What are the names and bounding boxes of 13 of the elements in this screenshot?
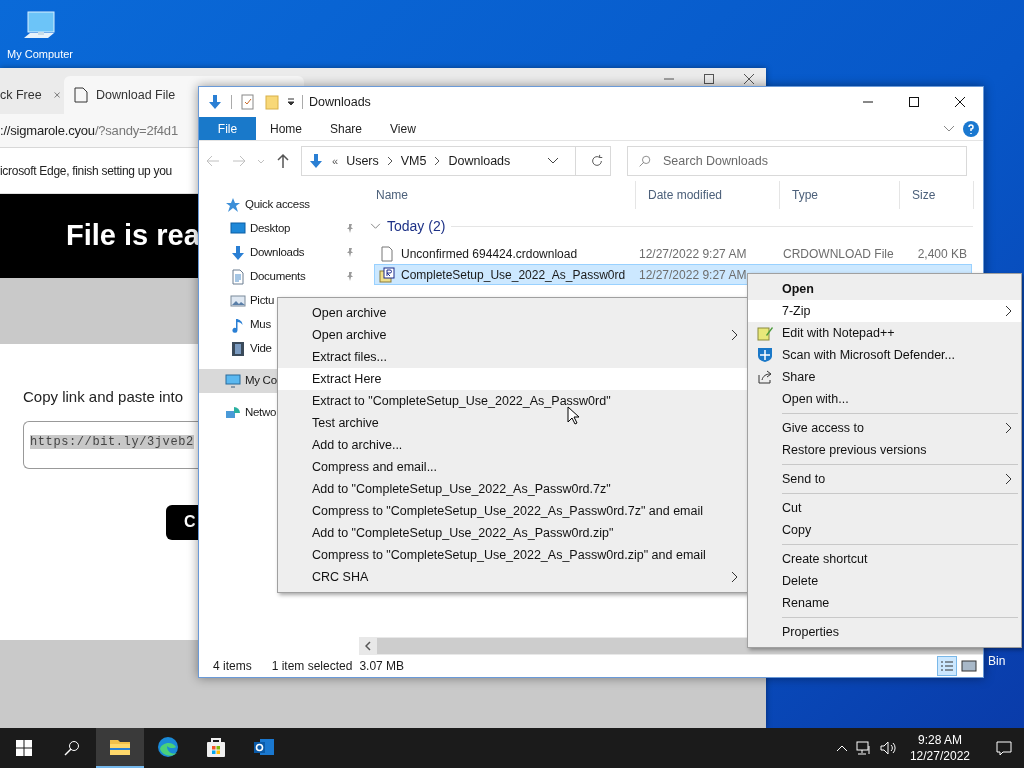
- banner-heading: File is rea: [66, 218, 200, 254]
- item-count: 4 items: [213, 658, 252, 675]
- prompt-text: Copy link and paste into: [23, 387, 184, 407]
- file-date: 12/27/2022 9:27 AM: [638, 245, 748, 263]
- file-date: 12/27/2022 9:27 AM: [638, 266, 748, 284]
- file-name: Unconfirmed 694424.crdownload: [401, 245, 578, 263]
- file-size: 2,400 KB: [916, 245, 967, 263]
- file-name: CompleteSetup_Use_2022_As_Passw0rd: [401, 266, 626, 284]
- selection-size: 3.07 MB: [359, 658, 405, 675]
- window-title: Downloads: [309, 93, 371, 111]
- file-type: CRDOWNLOAD File: [782, 245, 895, 263]
- selection-info: 1 item selected: [271, 658, 353, 675]
- info-bar-text: icrosoft Edge, finish setting up you: [0, 162, 172, 180]
